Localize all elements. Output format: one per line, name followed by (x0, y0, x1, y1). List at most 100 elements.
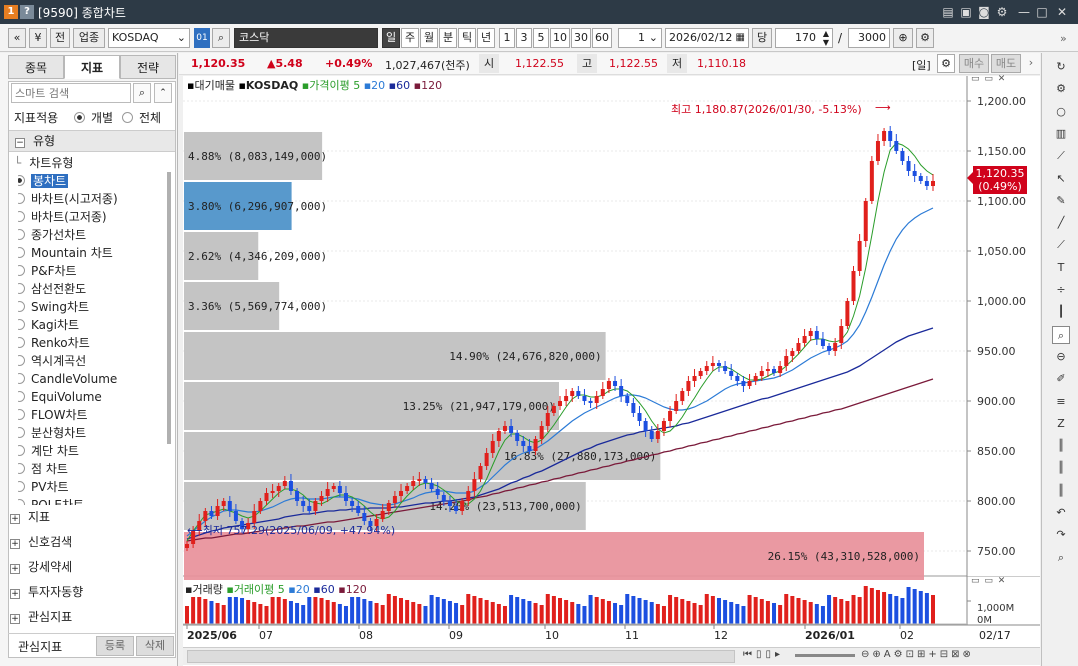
text-icon[interactable]: T (1052, 259, 1070, 277)
bars3-icon[interactable]: ║ (1052, 482, 1070, 500)
expand-arrow-icon[interactable]: › (1025, 54, 1037, 73)
chart-type-item[interactable]: 계단 차트 (18, 442, 164, 460)
radio-icon[interactable] (18, 247, 25, 258)
bars-icon[interactable]: ║ (1052, 437, 1070, 455)
chart-type-item[interactable]: CandleVolume (18, 370, 164, 388)
chart-type-item[interactable]: POLE차트 (18, 496, 164, 505)
pane-controls-volume[interactable]: ▭ ▭ ✕ (971, 576, 1006, 586)
jeon-button[interactable]: 전 (50, 28, 70, 48)
period-btn-0[interactable]: 일 (382, 28, 400, 48)
chart-type-item[interactable]: 종가선차트 (18, 226, 164, 244)
period-btn-4[interactable]: 틱 (458, 28, 476, 48)
auto-line-icon[interactable]: ⟋ (1052, 236, 1070, 254)
pin-icon[interactable]: ▤ (940, 4, 956, 20)
chart-type-item[interactable]: 바차트(시고저종) (18, 190, 164, 208)
interval-btn-10[interactable]: 10 (550, 28, 570, 48)
pane-controls-top[interactable]: ▭ ▭ ✕ (971, 74, 1006, 84)
chart-area[interactable]: 4.88% (8,083,149,000) 3.80% (6,296,907,00… (183, 74, 1040, 666)
section-0[interactable]: + 지표 (10, 506, 50, 528)
pen-icon[interactable]: ✎ (1052, 192, 1070, 210)
radio-icon[interactable] (18, 445, 25, 456)
code-button[interactable]: 01 (194, 28, 210, 48)
collapse-icon[interactable]: ⌃ (154, 83, 172, 103)
count-select[interactable]: 1 ⌄ (618, 28, 662, 48)
trend-line-icon[interactable]: ╱ (1052, 214, 1070, 232)
radio-icon[interactable] (18, 499, 25, 505)
section-3[interactable]: + 투자자동향 (10, 581, 83, 603)
tab-jipyo[interactable]: 지표 (64, 55, 120, 79)
maximize-icon[interactable]: □ (1034, 4, 1050, 20)
chart-type-item[interactable]: Mountain 차트 (18, 244, 164, 262)
total-field[interactable]: 3000 (848, 28, 890, 48)
circle-icon[interactable]: ○ (1052, 103, 1070, 121)
expand-icon[interactable]: + (10, 589, 20, 599)
gear-icon[interactable]: ⚙ (1052, 80, 1070, 98)
help-icon[interactable]: ? (20, 5, 34, 19)
dang-button[interactable]: 당 (752, 28, 772, 48)
undo-icon[interactable]: ↶ (1052, 504, 1070, 522)
sell-button[interactable]: 매도 (991, 54, 1021, 73)
upjong-button[interactable]: 업종 (73, 28, 105, 48)
expand-icon[interactable]: + (10, 514, 20, 524)
interval-btn-5[interactable]: 5 (533, 28, 549, 48)
chart-settings-icon[interactable]: ⚙ (937, 54, 955, 73)
close-icon[interactable]: ✕ (1054, 4, 1070, 20)
search-icon[interactable]: ⌕ (212, 28, 230, 48)
chart-type-item[interactable]: 봉차트 (18, 172, 164, 190)
chart-type-item[interactable]: 분산형차트 (18, 424, 164, 442)
radio-icon[interactable] (18, 409, 25, 420)
chart-type-item[interactable]: FLOW차트 (18, 406, 164, 424)
camera-icon[interactable]: ◙ (976, 4, 992, 20)
chart-type-item[interactable]: 역시계곡선 (18, 352, 164, 370)
magnify-icon[interactable]: ⌕ (1052, 325, 1070, 344)
radio-icon[interactable] (18, 229, 25, 240)
playback-controls[interactable]: ⏮▯▯▸ (743, 649, 784, 660)
chart-type-item[interactable]: P&F차트 (18, 262, 164, 280)
bar-chart-icon[interactable]: ▥ (1052, 125, 1070, 143)
fib-icon[interactable]: ≡ (1052, 393, 1070, 411)
type-group-header[interactable]: − 유형 (9, 130, 175, 152)
date-field[interactable]: 2026/02/12 ▦ (665, 28, 749, 48)
radio-individual[interactable]: 개별 (74, 109, 113, 126)
section-2[interactable]: + 강세약세 (10, 556, 72, 578)
search-icon[interactable]: ⌕ (133, 83, 151, 103)
scroll-track[interactable] (187, 650, 735, 663)
toolbar-settings-icon[interactable]: ⚙ (916, 28, 934, 48)
zoom-out-icon[interactable]: ⊖ (1052, 348, 1070, 366)
zoom-controls[interactable]: ⊖⊕A⚙⊡⊞+⊟⊠⊗ (861, 649, 974, 660)
expand-icon[interactable]: + (10, 539, 20, 549)
smart-search-input[interactable] (11, 83, 131, 103)
radio-icon[interactable] (18, 427, 25, 438)
symbol-select[interactable]: KOSDAQ ⌄ (108, 28, 190, 48)
minimize-icon[interactable]: — (1016, 4, 1032, 20)
interval-btn-3[interactable]: 3 (516, 28, 532, 48)
interval-btn-60[interactable]: 60 (592, 28, 612, 48)
list-scrollbar[interactable] (167, 172, 171, 444)
radio-icon[interactable] (18, 373, 25, 384)
qty-stepper[interactable]: 170 ▲ ▼ (775, 28, 833, 48)
interval-btn-30[interactable]: 30 (571, 28, 591, 48)
chart-type-item[interactable]: PV차트 (18, 478, 164, 496)
price-chart-svg[interactable]: 4.88% (8,083,149,000) 3.80% (6,296,907,00… (183, 76, 1040, 666)
zoom-slider[interactable] (795, 654, 855, 657)
expand-icon[interactable]: + (10, 564, 20, 574)
radio-icon[interactable] (18, 301, 25, 312)
zigzag-icon[interactable]: Z (1052, 415, 1070, 433)
chart-type-item[interactable]: 바차트(고저종) (18, 208, 164, 226)
chart-type-item[interactable]: Kagi차트 (18, 316, 164, 334)
radio-icon[interactable] (18, 481, 25, 492)
prev-button[interactable]: « (8, 28, 26, 48)
save-icon[interactable]: ▣ (958, 4, 974, 20)
draw-icon[interactable]: ✐ (1052, 370, 1070, 388)
buy-button[interactable]: 매수 (959, 54, 989, 73)
interval-btn-1[interactable]: 1 (499, 28, 515, 48)
radio-icon[interactable] (18, 319, 25, 330)
radio-icon[interactable] (18, 283, 25, 294)
list-dropdown-button[interactable]: ¥ (29, 28, 47, 48)
radio-icon[interactable] (18, 175, 25, 186)
bars2-icon[interactable]: ║ (1052, 459, 1070, 477)
chart-type-item[interactable]: 삼선전환도 (18, 280, 164, 298)
radio-icon[interactable] (18, 355, 25, 366)
period-btn-3[interactable]: 분 (439, 28, 457, 48)
ratio-icon[interactable]: ÷ (1052, 281, 1070, 299)
